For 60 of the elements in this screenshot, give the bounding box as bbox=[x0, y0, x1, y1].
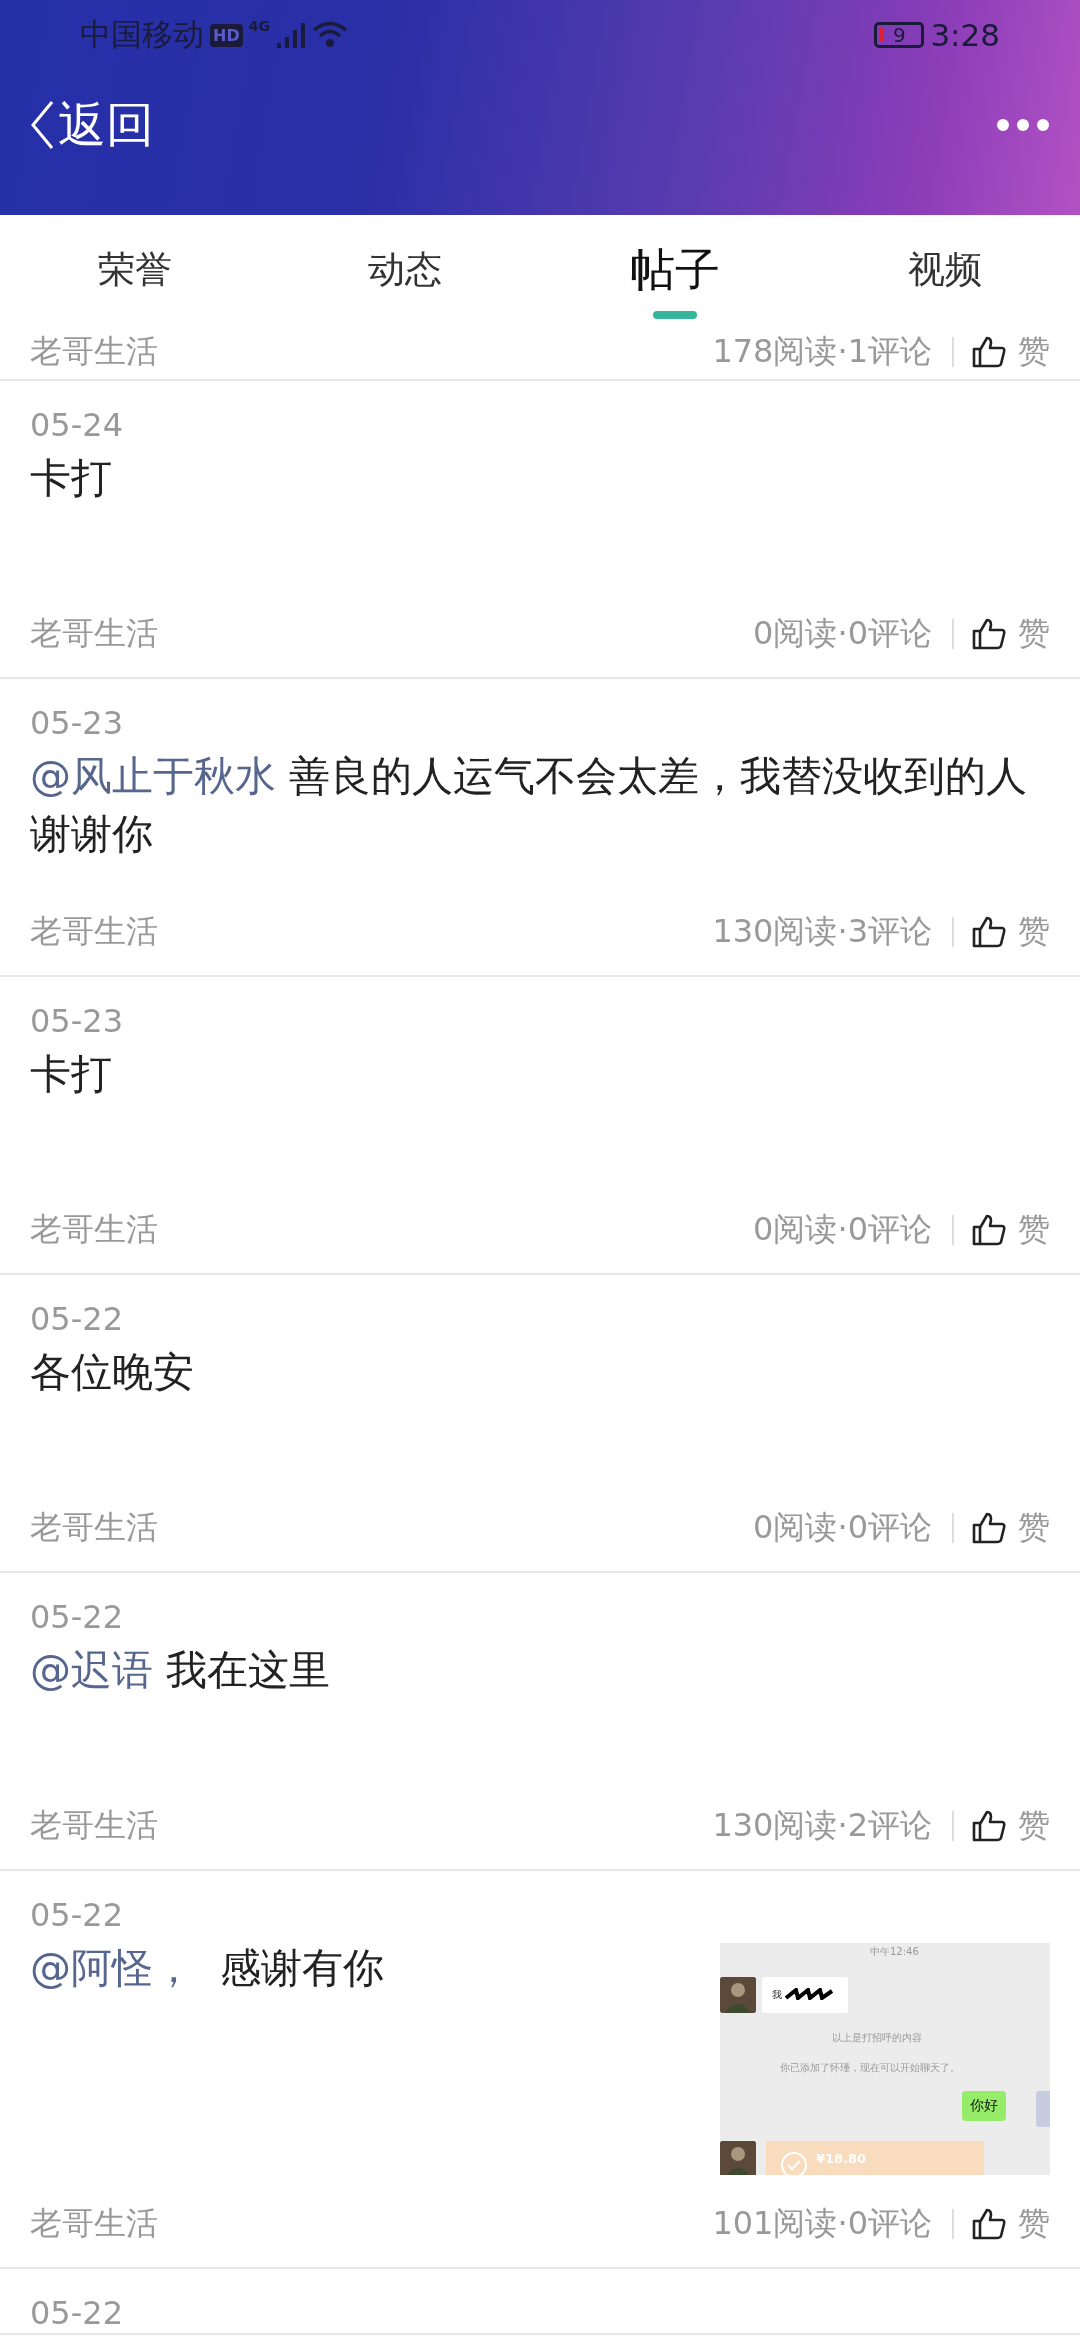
post-stats: 0阅读·0评论 bbox=[753, 613, 932, 654]
post-date: 05-23 bbox=[30, 1001, 124, 1041]
post-text[interactable]: 卡打 bbox=[30, 1045, 1050, 1103]
thumbs-up-icon[interactable] bbox=[972, 336, 1006, 368]
scribble-drawing bbox=[784, 1988, 834, 2000]
post-stats: 130阅读·2评论 bbox=[712, 1805, 932, 1846]
tab-indicator bbox=[653, 311, 697, 319]
post-stats: 0阅读·0评论 bbox=[753, 1507, 932, 1548]
author-name: 老哥生活 bbox=[30, 1507, 158, 1548]
post-date: 05-22 bbox=[30, 1299, 124, 1339]
thumbs-up-icon[interactable] bbox=[972, 916, 1006, 948]
post-text[interactable]: @阿怪， 感谢有你 bbox=[30, 1939, 710, 2175]
post-text[interactable]: @风止于秋水 善良的人运气不会太差，我替没收到的人谢谢你 bbox=[30, 747, 1050, 863]
transfer-card: ¥18.80 bbox=[766, 2141, 984, 2175]
tab[interactable]: 视频 bbox=[810, 215, 1080, 325]
post-stats: 178阅读·1评论 bbox=[712, 331, 932, 372]
mention-link[interactable]: @阿怪， bbox=[30, 1944, 194, 1992]
post-date: 05-22 bbox=[30, 1895, 124, 1935]
clock-time: 3:28 bbox=[930, 17, 1000, 53]
thumbs-up-icon[interactable] bbox=[972, 1810, 1006, 1842]
tab[interactable]: 动态 bbox=[270, 215, 540, 325]
back-button[interactable]: 返回 bbox=[30, 93, 154, 157]
post-stats: 130阅读·3评论 bbox=[712, 911, 932, 952]
thumbs-up-icon[interactable] bbox=[972, 2208, 1006, 2240]
back-chevron-icon[interactable] bbox=[30, 100, 54, 150]
post-date: 05-22 bbox=[30, 2293, 124, 2333]
chat-bubble: 我 bbox=[762, 1977, 848, 2013]
author-name: 老哥生活 bbox=[30, 1209, 158, 1250]
author-name: 老哥生活 bbox=[30, 331, 158, 372]
author-name: 老哥生活 bbox=[30, 2203, 158, 2244]
post-stats: 0阅读·0评论 bbox=[753, 1209, 932, 1250]
tab[interactable]: 帖子 bbox=[540, 215, 810, 325]
post-text[interactable]: 各位晚安 bbox=[30, 1343, 1050, 1401]
post-text[interactable]: @迟语 我在这里 bbox=[30, 1641, 1050, 1699]
chat-notice: 你已添加了怀瑾，现在可以开始聊天了。 bbox=[780, 2061, 960, 2075]
tab[interactable]: 荣誉 bbox=[0, 215, 270, 325]
post-text[interactable]: 卡打 bbox=[30, 449, 1050, 507]
thumbs-up-icon[interactable] bbox=[972, 618, 1006, 650]
post-stats: 101阅读·0评论 bbox=[712, 2203, 932, 2244]
network-label: 4G bbox=[248, 18, 270, 34]
mention-link[interactable]: @风止于秋水 bbox=[30, 752, 276, 800]
chat-time: 中午12:46 bbox=[870, 1945, 919, 1959]
author-name: 老哥生活 bbox=[30, 1805, 158, 1846]
mention-link[interactable]: @迟语 bbox=[30, 1646, 153, 1694]
signal-icon bbox=[275, 21, 306, 49]
post-date: 05-22 bbox=[30, 1597, 124, 1637]
thumbs-up-icon[interactable] bbox=[972, 1512, 1006, 1544]
author-name: 老哥生活 bbox=[30, 911, 158, 952]
more-icon[interactable] bbox=[996, 118, 1050, 132]
battery-icon: 9 bbox=[874, 22, 925, 48]
hd-badge: HD bbox=[210, 23, 243, 47]
author-name: 老哥生活 bbox=[30, 613, 158, 654]
post-date: 05-23 bbox=[30, 703, 124, 743]
thumbs-up-icon[interactable] bbox=[972, 1214, 1006, 1246]
wifi-icon bbox=[311, 21, 348, 49]
post-date: 05-24 bbox=[30, 405, 124, 445]
carrier-name: 中国移动 bbox=[80, 15, 204, 54]
avatar-figure bbox=[720, 2141, 756, 2175]
chat-bubble: 你好 bbox=[962, 2091, 1006, 2121]
avatar-figure bbox=[720, 1977, 756, 2013]
